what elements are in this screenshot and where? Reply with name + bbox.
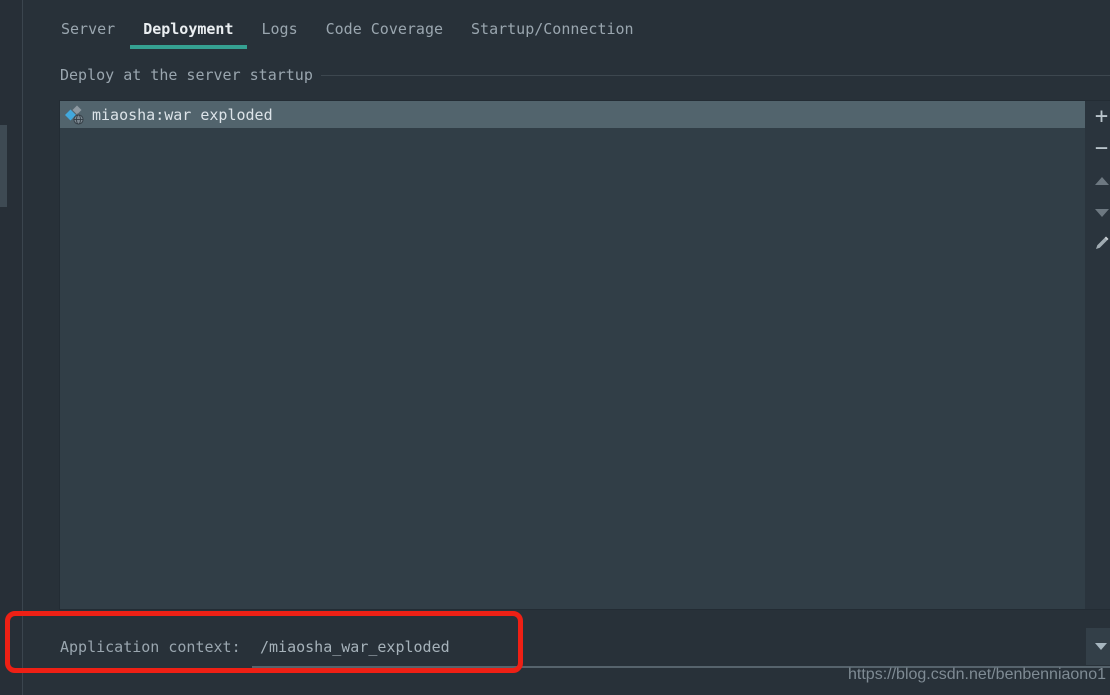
application-context-dropdown-button[interactable]: [1086, 628, 1110, 665]
group-title-rule: [321, 75, 1110, 76]
dropdown-arrow-icon: [1095, 643, 1107, 650]
remove-artifact-button[interactable]: −: [1088, 135, 1110, 163]
tab-deployment[interactable]: Deployment: [143, 8, 233, 49]
watermark-url: https://blog.csdn.net/benbenniaono1: [848, 666, 1106, 684]
plus-icon: +: [1095, 107, 1108, 127]
deployed-artifacts-list-box: miaosha:war exploded + −: [59, 100, 1110, 610]
artifact-list[interactable]: miaosha:war exploded: [60, 101, 1085, 609]
arrow-up-icon: [1095, 177, 1109, 185]
edit-artifact-button[interactable]: [1088, 231, 1110, 259]
move-up-button[interactable]: [1088, 167, 1110, 195]
config-tab-bar: Server Deployment Logs Code Coverage Sta…: [61, 8, 634, 49]
artifact-label: miaosha:war exploded: [92, 106, 273, 124]
tab-code-coverage[interactable]: Code Coverage: [326, 8, 443, 49]
web-artifact-exploded-icon: [65, 105, 85, 125]
left-divider-strip: [0, 0, 22, 695]
arrow-down-icon: [1095, 209, 1109, 217]
application-context-input[interactable]: /miaosha_war_exploded: [260, 638, 450, 656]
minus-icon: −: [1095, 139, 1108, 159]
deployment-settings-panel: Server Deployment Logs Code Coverage Sta…: [23, 0, 1110, 695]
add-artifact-button[interactable]: +: [1088, 103, 1110, 131]
group-title-deploy-at-startup: Deploy at the server startup: [60, 66, 313, 84]
tab-server[interactable]: Server: [61, 8, 115, 49]
tab-startup-connection[interactable]: Startup/Connection: [471, 8, 634, 49]
left-scrollbar-thumb[interactable]: [0, 125, 7, 207]
tab-logs[interactable]: Logs: [262, 8, 298, 49]
move-down-button[interactable]: [1088, 199, 1110, 227]
artifact-list-toolbar: + −: [1085, 101, 1110, 609]
list-item-artifact[interactable]: miaosha:war exploded: [60, 101, 1085, 128]
application-context-label: Application context:: [60, 638, 241, 656]
pencil-icon: [1094, 235, 1110, 255]
